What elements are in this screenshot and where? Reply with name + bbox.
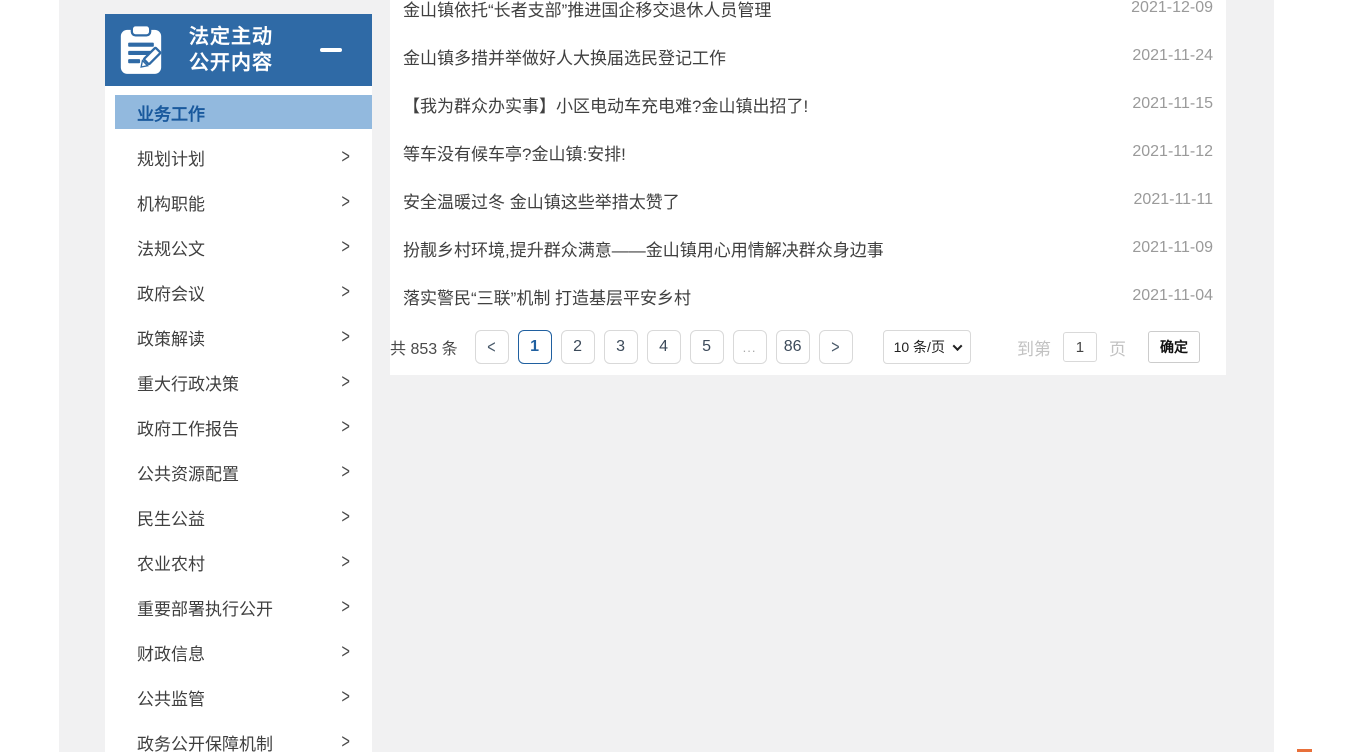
chevron-right-icon: > <box>341 686 349 709</box>
sidebar-item[interactable]: 法规公文 > <box>105 225 372 270</box>
news-title-link[interactable]: 【我为群众办实事】小区电动车充电难?金山镇出招了! <box>403 92 808 117</box>
chevron-right-icon: > <box>341 191 349 214</box>
chevron-right-icon: > <box>341 146 349 169</box>
sidebar-item-label: 政策解读 <box>137 325 205 350</box>
news-title-link[interactable]: 落实警民“三联”机制 打造基层平安乡村 <box>403 284 691 309</box>
sidebar-item-label: 法规公文 <box>137 235 205 260</box>
page-button-1[interactable]: 1 <box>518 330 552 364</box>
news-row: 落实警民“三联”机制 打造基层平安乡村 2021-11-04 <box>403 272 1226 320</box>
news-row: 金山镇多措并举做好人大换届选民登记工作 2021-11-24 <box>403 32 1226 80</box>
news-title-link[interactable]: 安全温暖过冬 金山镇这些举措太赞了 <box>403 188 680 213</box>
news-date: 2021-11-04 <box>1132 287 1226 305</box>
news-row: 金山镇依托“长者支部”推进国企移交退休人员管理 2021-12-09 <box>403 0 1226 32</box>
sidebar-title: 法定主动 公开内容 <box>189 24 273 76</box>
sidebar-item[interactable]: 财政信息 > <box>105 630 372 675</box>
sidebar-item[interactable]: 政府工作报告 > <box>105 405 372 450</box>
chevron-right-icon: > <box>831 336 839 357</box>
next-page-button[interactable]: > <box>819 330 853 364</box>
sidebar-item[interactable]: 业务工作 <box>115 95 372 129</box>
clipboard-pencil-icon <box>119 24 163 76</box>
sidebar-item-label: 重大行政决策 <box>137 370 239 395</box>
news-date: 2021-12-09 <box>1131 0 1226 17</box>
news-date: 2021-11-09 <box>1132 239 1226 257</box>
chevron-right-icon: > <box>341 461 349 484</box>
sidebar-item-label: 业务工作 <box>137 100 205 125</box>
sidebar-item[interactable]: 公共资源配置 > <box>105 450 372 495</box>
sidebar-item-label: 政府工作报告 <box>137 415 239 440</box>
chevron-right-icon: > <box>341 326 349 349</box>
sidebar-item[interactable]: 规划计划 > <box>105 135 372 180</box>
news-row: 【我为群众办实事】小区电动车充电难?金山镇出招了! 2021-11-15 <box>403 80 1226 128</box>
page-number-buttons: 12345... 86 <box>518 330 819 364</box>
minus-icon[interactable] <box>320 48 342 52</box>
chevron-down-icon <box>953 341 963 351</box>
sidebar-item-label: 政府会议 <box>137 280 205 305</box>
sidebar-item-label: 重要部署执行公开 <box>137 595 273 620</box>
pagination: 共 853 条 < 12345... 86 > 10 条/页 到第 页 确定 <box>390 330 1226 364</box>
news-title-link[interactable]: 扮靓乡村环境,提升群众满意——金山镇用心用情解决群众身边事 <box>403 236 884 261</box>
chevron-right-icon: > <box>341 236 349 259</box>
news-title-link[interactable]: 金山镇依托“长者支部”推进国企移交退休人员管理 <box>403 0 771 21</box>
news-row: 安全温暖过冬 金山镇这些举措太赞了 2021-11-11 <box>403 176 1226 224</box>
news-list: 金山镇依托“长者支部”推进国企移交退休人员管理 2021-12-09 金山镇多措并举… <box>403 0 1226 320</box>
page-button-5[interactable]: 5 <box>690 330 724 364</box>
news-date: 2021-11-11 <box>1134 191 1226 209</box>
goto-page-input[interactable] <box>1063 332 1097 362</box>
chevron-right-icon: > <box>341 596 349 619</box>
page-button-3[interactable]: 3 <box>604 330 638 364</box>
sidebar-item[interactable]: 政策解读 > <box>105 315 372 360</box>
sidebar-item-label: 财政信息 <box>137 640 205 665</box>
page-button-2[interactable]: 2 <box>561 330 595 364</box>
news-row: 等车没有候车亭?金山镇:安排! 2021-11-12 <box>403 128 1226 176</box>
sidebar-item[interactable]: 重大行政决策 > <box>105 360 372 405</box>
news-date: 2021-11-12 <box>1132 143 1226 161</box>
sidebar-item-label: 政务公开保障机制 <box>137 730 273 752</box>
sidebar-item[interactable]: 公共监管 > <box>105 675 372 720</box>
sidebar-item-label: 规划计划 <box>137 145 205 170</box>
chevron-left-icon: < <box>487 336 495 357</box>
sidebar-item[interactable]: 民生公益 > <box>105 495 372 540</box>
total-count-label: 共 853 条 <box>390 335 458 359</box>
sidebar-header: 法定主动 公开内容 <box>105 14 372 86</box>
content-panel: 金山镇依托“长者支部”推进国企移交退休人员管理 2021-12-09 金山镇多措并举… <box>390 0 1226 375</box>
chevron-right-icon: > <box>341 416 349 439</box>
sidebar-item-label: 公共资源配置 <box>137 460 239 485</box>
sidebar-item[interactable]: 政务公开保障机制 > <box>105 720 372 752</box>
goto-page-label: 到第 <box>1017 335 1051 360</box>
sidebar-title-line1: 法定主动 <box>189 24 273 50</box>
news-row: 扮靓乡村环境,提升群众满意——金山镇用心用情解决群众身边事 2021-11-09 <box>403 224 1226 272</box>
sidebar-item-label: 公共监管 <box>137 685 205 710</box>
chevron-right-icon: > <box>341 551 349 574</box>
page-ellipsis-button[interactable]: ... <box>733 330 767 364</box>
chevron-right-icon: > <box>341 641 349 664</box>
sidebar-item[interactable]: 农业农村 > <box>105 540 372 585</box>
confirm-button[interactable]: 确定 <box>1148 331 1200 363</box>
page-size-select[interactable]: 10 条/页 <box>883 330 971 364</box>
news-title-link[interactable]: 金山镇多措并举做好人大换届选民登记工作 <box>403 44 726 69</box>
news-date: 2021-11-24 <box>1132 47 1226 65</box>
goto-page-suffix: 页 <box>1109 335 1126 360</box>
chevron-right-icon: > <box>341 281 349 304</box>
chevron-right-icon: > <box>341 371 349 394</box>
sidebar-item-label: 农业农村 <box>137 550 205 575</box>
page-size-value: 10 条/页 <box>894 337 945 357</box>
news-date: 2021-11-15 <box>1132 95 1226 113</box>
sidebar-item-label: 机构职能 <box>137 190 205 215</box>
news-title-link[interactable]: 等车没有候车亭?金山镇:安排! <box>403 140 626 165</box>
chevron-right-icon: > <box>341 731 349 752</box>
page-button-86[interactable]: 86 <box>776 330 810 364</box>
sidebar-title-line2: 公开内容 <box>189 50 273 76</box>
chevron-right-icon: > <box>341 506 349 529</box>
sidebar-item[interactable]: 机构职能 > <box>105 180 372 225</box>
sidebar-item-label: 民生公益 <box>137 505 205 530</box>
sidebar-item[interactable]: 政府会议 > <box>105 270 372 315</box>
page-button-4[interactable]: 4 <box>647 330 681 364</box>
sidebar-item[interactable]: 重要部署执行公开 > <box>105 585 372 630</box>
prev-page-button[interactable]: < <box>475 330 509 364</box>
sidebar-menu: 业务工作规划计划>机构职能>法规公文>政府会议>政策解读>重大行政决策>政府工作… <box>105 86 372 752</box>
sidebar: 法定主动 公开内容 业务工作规划计划>机构职能>法规公文>政府会议>政策解读>重… <box>105 14 372 752</box>
